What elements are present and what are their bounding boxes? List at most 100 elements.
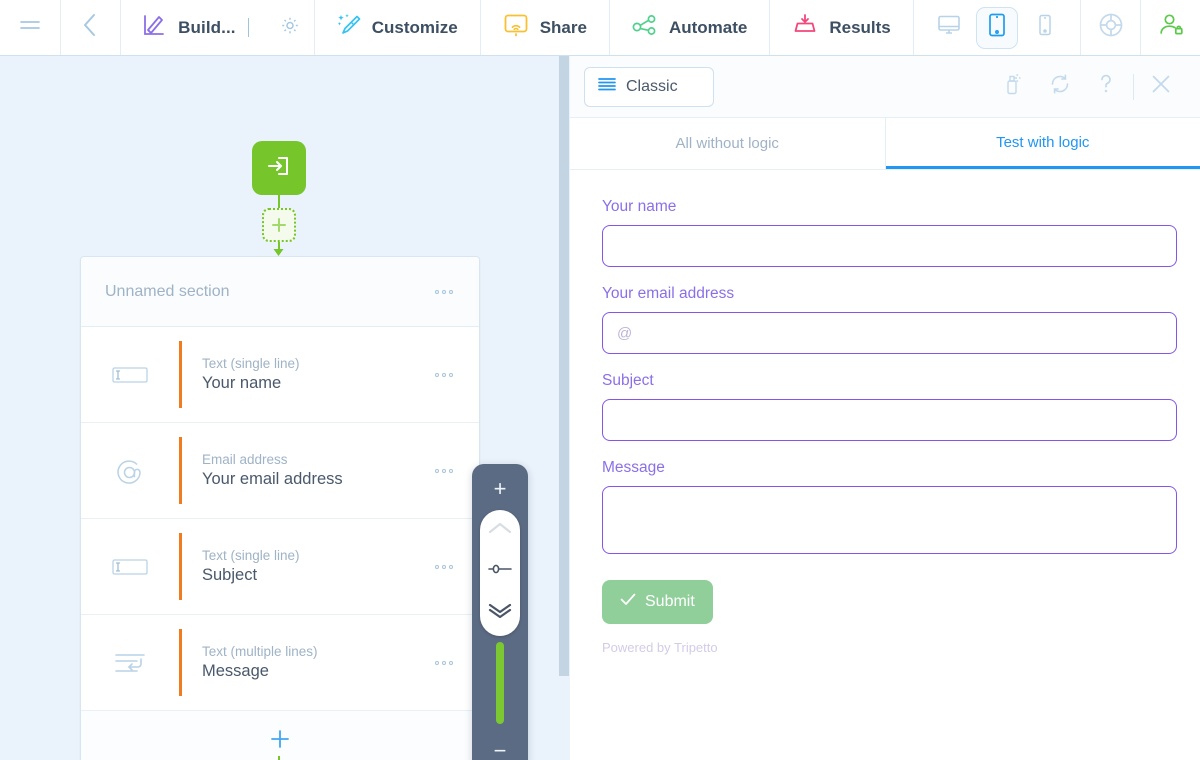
style-selector-button[interactable]: Classic — [584, 66, 714, 107]
field-label: Subject — [202, 566, 258, 584]
field-text: Text (single line) Your name — [182, 327, 433, 422]
title-text-cursor — [247, 18, 249, 37]
textarea-icon — [81, 615, 179, 710]
tab-all-without-logic[interactable]: All without logic — [570, 118, 886, 169]
input-placeholder: @ — [617, 324, 633, 342]
field-text: Text (multiple lines) Message — [182, 615, 433, 710]
spray-clean-icon — [1004, 73, 1024, 100]
scrollbar-thumb[interactable] — [559, 56, 569, 676]
help-button[interactable] — [1083, 64, 1129, 110]
refresh-icon — [1049, 73, 1071, 100]
preview-subject-input[interactable] — [602, 399, 1177, 441]
at-sign-icon — [81, 423, 179, 518]
preview-name-input[interactable] — [602, 225, 1177, 267]
field-type: Email address — [202, 452, 288, 467]
section-header[interactable]: Unnamed section — [81, 257, 479, 327]
section-name: Unnamed section — [105, 282, 230, 300]
hamburger-menu-icon — [19, 17, 41, 38]
text-input-icon — [81, 327, 179, 422]
tab-label: Test with logic — [996, 133, 1090, 151]
check-icon — [620, 593, 636, 611]
section-card: Unnamed section Text (single line) Your … — [80, 256, 480, 760]
field-type: Text (multiple lines) — [202, 644, 318, 659]
tab-test-with-logic[interactable]: Test with logic — [885, 118, 1200, 169]
field-label: Your email address — [202, 470, 343, 488]
preview-email-input[interactable]: @ — [602, 312, 1177, 354]
build-settings-button[interactable] — [280, 15, 300, 40]
zoom-out-button[interactable]: − — [494, 740, 507, 760]
user-lock-icon — [1158, 12, 1184, 43]
close-preview-button[interactable] — [1138, 64, 1184, 110]
workspace: Unnamed section Text (single line) Your … — [0, 56, 1200, 760]
field-row[interactable]: Text (multiple lines) Message — [81, 615, 479, 711]
section-menu-button[interactable] — [433, 284, 455, 300]
top-toolbar: Build... Customize Share Automate Result… — [0, 0, 1200, 56]
refresh-button[interactable] — [1037, 64, 1083, 110]
back-button[interactable] — [61, 0, 122, 55]
zoom-handle[interactable] — [480, 510, 520, 636]
chevron-left-icon — [82, 12, 98, 43]
canvas-scrollbar[interactable] — [558, 56, 570, 760]
field-row[interactable]: Text (single line) Subject — [81, 519, 479, 615]
share-nodes-icon — [632, 14, 658, 41]
form-canvas[interactable]: Unnamed section Text (single line) Your … — [0, 56, 558, 760]
field-text: Email address Your email address — [182, 423, 433, 518]
zoom-track[interactable] — [472, 510, 528, 730]
tab-automate[interactable]: Automate — [610, 0, 771, 55]
submit-button-label: Submit — [645, 593, 695, 610]
help-button[interactable] — [1081, 0, 1142, 55]
slider-icon[interactable] — [487, 562, 513, 580]
submit-button[interactable]: Submit — [602, 580, 713, 624]
enter-arrow-icon — [265, 152, 293, 185]
account-button[interactable] — [1141, 0, 1200, 55]
connector-line — [278, 195, 280, 208]
preview-field-label: Subject — [602, 372, 654, 389]
preview-header: Classic — [570, 56, 1200, 118]
preview-tabs: All without logic Test with logic — [570, 118, 1200, 170]
app-root: Build... Customize Share Automate Result… — [0, 0, 1200, 760]
field-menu-button[interactable] — [433, 327, 479, 422]
tab-build[interactable]: Build... — [121, 0, 315, 55]
zoom-in-button[interactable]: + — [494, 478, 507, 500]
start-node[interactable] — [252, 141, 306, 195]
device-mobile-button[interactable] — [1024, 7, 1066, 49]
device-tablet-button[interactable] — [975, 6, 1018, 49]
canvas-zoom-control[interactable]: + − — [472, 464, 528, 760]
chevron-down-icon[interactable] — [487, 602, 513, 625]
field-label: Message — [202, 662, 269, 680]
tablet-icon — [988, 13, 1006, 42]
inbox-download-icon — [792, 13, 818, 42]
preview-message-input[interactable] — [602, 486, 1177, 554]
device-desktop-button[interactable] — [928, 7, 970, 49]
desktop-icon — [937, 14, 961, 41]
mobile-icon — [1038, 14, 1052, 41]
device-toggle-group — [914, 0, 1081, 55]
zoom-fill — [496, 642, 504, 724]
list-lines-icon — [597, 76, 617, 97]
connector-line — [278, 756, 280, 760]
tab-label: All without logic — [675, 135, 779, 152]
chevron-down-icon — [687, 78, 701, 96]
tab-results-label: Results — [829, 17, 891, 37]
spray-clean-button[interactable] — [991, 64, 1037, 110]
tab-customize[interactable]: Customize — [315, 0, 481, 55]
tab-results[interactable]: Results — [770, 0, 914, 55]
plus-icon — [271, 730, 289, 748]
chevron-up-icon[interactable] — [487, 521, 513, 540]
field-row[interactable]: Text (single line) Your name — [81, 327, 479, 423]
add-field-button[interactable] — [81, 711, 479, 760]
add-node-top-button[interactable] — [262, 208, 296, 242]
preview-panel: Classic All without logic Test with logi… — [570, 56, 1200, 760]
menu-button[interactable] — [0, 0, 61, 55]
tab-customize-label: Customize — [371, 17, 458, 37]
powered-by-label: Powered by Tripetto — [602, 640, 718, 655]
broadcast-screen-icon — [503, 13, 529, 42]
header-divider — [1133, 73, 1134, 100]
close-icon — [1150, 73, 1172, 100]
tab-share[interactable]: Share — [481, 0, 610, 55]
preview-field-label: Your email address — [602, 285, 735, 302]
preview-field-label: Your name — [602, 198, 677, 215]
gear-icon — [280, 15, 300, 40]
field-type: Text (single line) — [202, 548, 300, 563]
field-row[interactable]: Email address Your email address — [81, 423, 479, 519]
